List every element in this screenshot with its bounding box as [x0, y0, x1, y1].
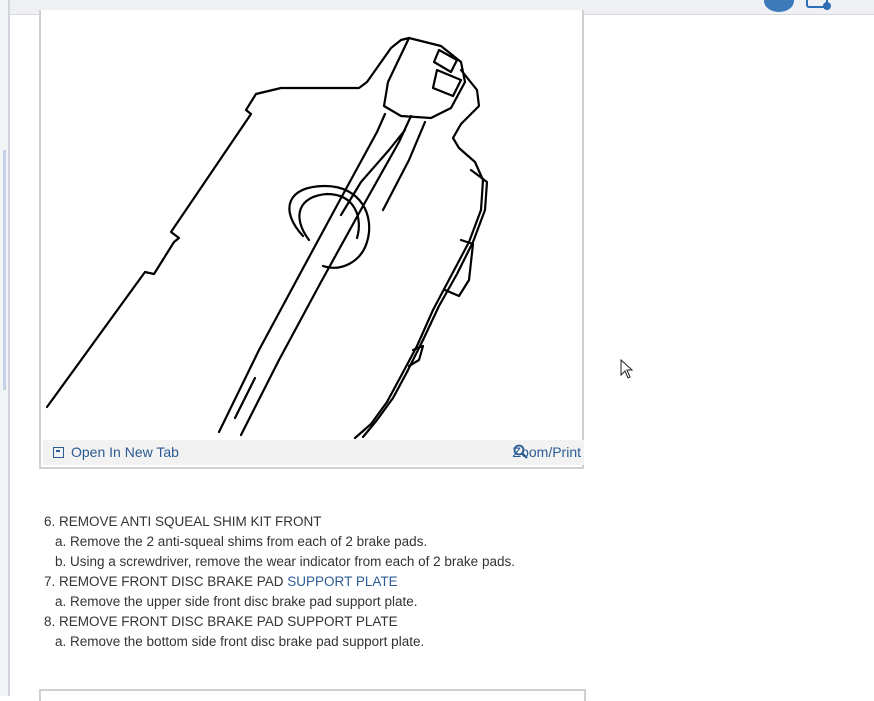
step-6b: b. Using a screwdriver, remove the wear … — [55, 554, 515, 569]
step-7-title-prefix: 7. REMOVE FRONT DISC BRAKE PAD — [44, 574, 288, 589]
next-figure-card — [39, 689, 586, 701]
zoom-icon — [513, 444, 528, 459]
zoom-print-link[interactable]: Zoom/Print — [513, 444, 581, 460]
sidebar-scroll-accent — [3, 150, 6, 390]
illustration-figure: Open In New Tab Zoom/Print — [39, 10, 584, 469]
notification-icon[interactable] — [806, 0, 831, 10]
brake-tool-illustration — [45, 36, 489, 440]
mouse-cursor — [620, 359, 634, 379]
left-sidebar-edge — [0, 0, 10, 696]
figure-footer: Open In New Tab Zoom/Print — [43, 440, 584, 465]
step-6-title: 6. REMOVE ANTI SQUEAL SHIM KIT FRONT — [44, 514, 322, 529]
procedure-steps: 6. REMOVE ANTI SQUEAL SHIM KIT FRONT a. … — [44, 512, 515, 652]
step-8-title: 8. REMOVE FRONT DISC BRAKE PAD SUPPORT P… — [44, 614, 398, 629]
step-7a: a. Remove the upper side front disc brak… — [55, 594, 418, 609]
step-6a: a. Remove the 2 anti-squeal shims from e… — [55, 534, 428, 549]
step-7-highlight: SUPPORT PLATE — [287, 574, 398, 589]
new-tab-icon — [53, 446, 64, 458]
avatar[interactable] — [764, 0, 794, 12]
step-7-title: 7. REMOVE FRONT DISC BRAKE PAD SUPPORT P… — [44, 572, 515, 592]
open-in-new-tab-label: Open In New Tab — [71, 444, 179, 460]
step-8a: a. Remove the bottom side front disc bra… — [55, 634, 425, 649]
open-in-new-tab-link[interactable]: Open In New Tab — [53, 444, 179, 460]
